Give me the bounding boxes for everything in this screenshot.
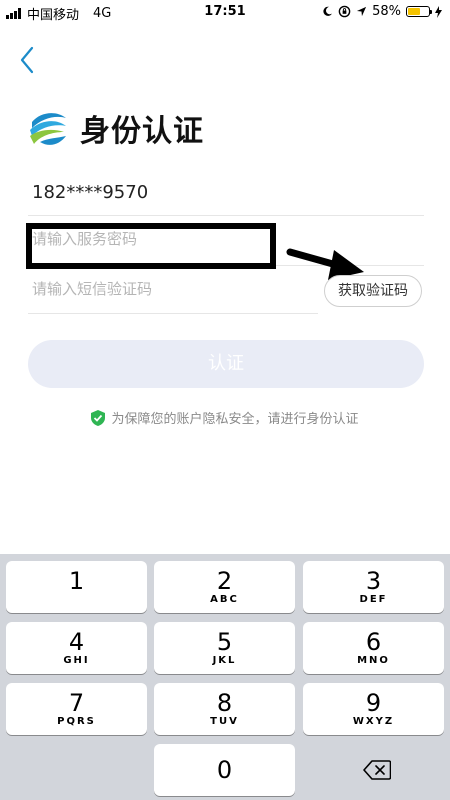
china-mobile-logo-icon <box>30 113 66 145</box>
key-letters: MNO <box>357 655 390 666</box>
key-8[interactable]: 8 TUV <box>154 683 295 735</box>
key-1[interactable]: 1 <box>6 561 147 613</box>
page-header: 身份认证 <box>26 106 204 150</box>
page-title: 身份认证 <box>80 114 204 149</box>
key-letters: JKL <box>212 655 237 666</box>
key-number: 5 <box>216 628 233 656</box>
status-bar: 中国移动 4G 17:51 58% <box>0 0 450 24</box>
key-6[interactable]: 6 MNO <box>303 622 444 674</box>
key-letters: PQRS <box>57 716 96 727</box>
key-7[interactable]: 7 PQRS <box>6 683 147 735</box>
key-letters: ABC <box>210 594 239 605</box>
key-number: 7 <box>68 689 85 717</box>
key-3[interactable]: 3 DEF <box>303 561 444 613</box>
numeric-keypad: 1 2 ABC 3 DEF 4 GHI 5 JKL 6 MNO 7 PQRS 8 TUV 9W… <box>0 554 450 800</box>
key-letters: GHI <box>63 655 90 666</box>
key-letters: TUV <box>210 716 239 727</box>
moon-icon <box>323 6 333 16</box>
key-4[interactable]: 4 GHI <box>6 622 147 674</box>
get-sms-code-button[interactable]: 获取验证码 <box>324 275 422 307</box>
key-number: 3 <box>365 567 382 595</box>
key-letters: DEF <box>359 594 388 605</box>
sms-code-input[interactable] <box>32 280 292 298</box>
rotation-lock-icon <box>338 5 351 18</box>
key-0[interactable]: 0 <box>154 744 295 796</box>
key-number: 4 <box>68 628 85 656</box>
key-number: 6 <box>365 628 382 656</box>
key-2[interactable]: 2 ABC <box>154 561 295 613</box>
battery-percent: 58% <box>372 4 401 19</box>
status-right: 58% <box>322 4 442 19</box>
backspace-icon <box>362 760 391 780</box>
charging-icon <box>435 5 442 18</box>
key-5[interactable]: 5 JKL <box>154 622 295 674</box>
phone-field: 182****9570 <box>28 172 424 216</box>
key-number: 1 <box>68 567 85 595</box>
delete-key[interactable] <box>306 744 447 796</box>
battery-icon <box>406 6 432 17</box>
key-letters: WXYZ <box>352 716 395 727</box>
phone-number: 182****9570 <box>32 182 149 203</box>
key-number: 2 <box>216 567 233 595</box>
authenticate-button[interactable]: 认证 <box>28 340 424 388</box>
key-9[interactable]: 9 WXYZ <box>303 683 444 735</box>
chevron-left-icon <box>20 46 34 74</box>
sms-field-row <box>28 270 318 314</box>
location-icon <box>357 6 367 17</box>
annotation-highlight-box <box>26 223 276 269</box>
shield-check-icon <box>91 409 106 426</box>
key-number: 8 <box>216 689 233 717</box>
key-number: 0 <box>216 756 233 784</box>
back-button[interactable] <box>14 44 42 76</box>
privacy-note-text: 为保障您的账户隐私安全，请进行身份认证 <box>111 412 359 427</box>
privacy-note: 为保障您的账户隐私安全，请进行身份认证 <box>0 408 450 427</box>
key-number: 9 <box>365 689 382 717</box>
